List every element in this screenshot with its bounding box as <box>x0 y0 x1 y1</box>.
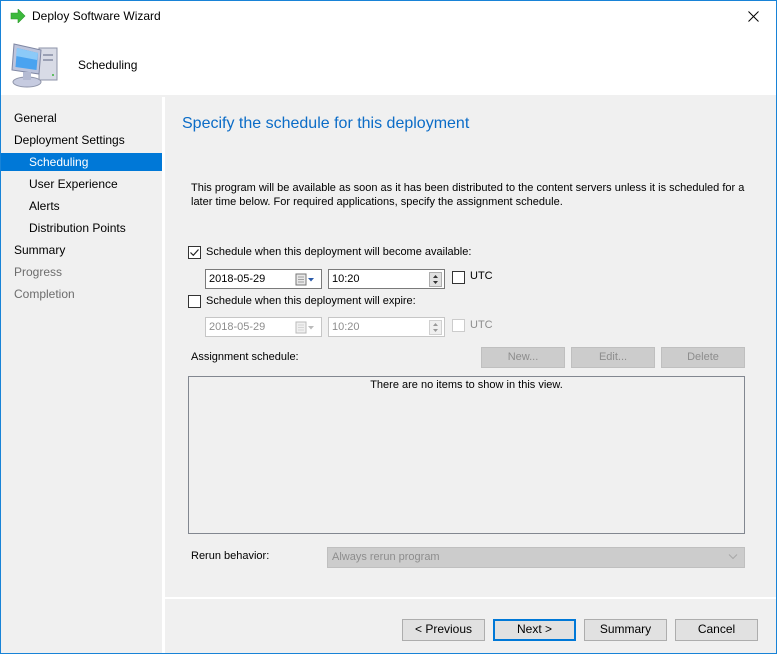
available-date-value: 2018-05-29 <box>209 273 266 285</box>
expire-checkbox-label: Schedule when this deployment will expir… <box>206 295 416 307</box>
time-spinner[interactable] <box>429 272 442 287</box>
empty-list-message: There are no items to show in this view. <box>370 379 563 391</box>
expire-utc-checkbox <box>452 319 465 332</box>
deploy-software-wizard-window: Deploy Software Wizard Scheduling Genera… <box>0 0 777 654</box>
checkmark-icon <box>190 249 199 257</box>
calendar-dropdown-icon <box>295 321 314 334</box>
close-button[interactable] <box>730 1 776 31</box>
nav-item-completion: Completion <box>14 287 75 301</box>
nav-item-general[interactable]: General <box>1 109 162 127</box>
content-panel: Specify the schedule for this deployment… <box>165 97 776 653</box>
available-utc-checkbox[interactable] <box>452 271 465 284</box>
nav-item-summary[interactable]: Summary <box>1 241 162 259</box>
nav-item-progress: Progress <box>14 265 63 279</box>
expire-date-picker: 2018-05-29 <box>205 317 322 337</box>
chevron-down-icon <box>728 554 738 560</box>
next-button[interactable]: Next > <box>493 619 576 641</box>
calendar-dropdown-icon[interactable] <box>295 273 317 286</box>
available-date-picker[interactable]: 2018-05-29 <box>205 269 322 289</box>
nav-item-distribution-points[interactable]: Distribution Points <box>1 219 162 237</box>
title-bar: Deploy Software Wizard <box>1 1 776 32</box>
header-title: Scheduling <box>78 58 138 72</box>
available-checkbox[interactable] <box>188 246 201 259</box>
green-arrow-icon <box>10 9 26 23</box>
rerun-behavior-select: Always rerun program <box>327 547 745 568</box>
close-icon <box>747 10 759 22</box>
spinner-arrows-icon <box>433 275 438 284</box>
nav-item-user-experience[interactable]: User Experience <box>1 175 162 193</box>
window-title: Deploy Software Wizard <box>32 9 161 23</box>
rerun-behavior-value: Always rerun program <box>332 551 440 563</box>
edit-schedule-button: Edit... <box>571 347 655 368</box>
nav-item-alerts[interactable]: Alerts <box>1 197 162 215</box>
new-schedule-button: New... <box>481 347 565 368</box>
expire-checkbox[interactable] <box>188 295 201 308</box>
wizard-header: Scheduling <box>1 32 776 95</box>
assignment-schedule-label: Assignment schedule: <box>191 351 299 363</box>
footer-divider <box>165 597 776 599</box>
available-utc-label: UTC <box>470 270 493 282</box>
description-text: This program will be available as soon a… <box>191 182 745 208</box>
expire-time-input: 10:20 <box>328 317 445 337</box>
expire-time-value: 10:20 <box>332 321 360 333</box>
available-checkbox-label: Schedule when this deployment will becom… <box>206 246 472 258</box>
available-time-input[interactable]: 10:20 <box>328 269 445 289</box>
rerun-behavior-label: Rerun behavior: <box>191 550 270 562</box>
delete-schedule-button: Delete <box>661 347 745 368</box>
previous-button[interactable]: < Previous <box>402 619 485 641</box>
assignment-schedule-list[interactable]: There are no items to show in this view. <box>188 376 745 534</box>
cancel-button[interactable]: Cancel <box>675 619 758 641</box>
nav-item-scheduling[interactable]: Scheduling <box>1 153 162 171</box>
wizard-nav: General Deployment Settings Scheduling U… <box>1 97 162 653</box>
computer-icon <box>11 43 58 88</box>
expire-utc-label: UTC <box>470 319 493 331</box>
time-spinner <box>429 320 442 335</box>
spinner-arrows-icon <box>433 323 438 332</box>
page-heading: Specify the schedule for this deployment <box>182 115 470 132</box>
summary-button[interactable]: Summary <box>584 619 667 641</box>
expire-date-value: 2018-05-29 <box>209 321 266 333</box>
nav-item-deployment-settings[interactable]: Deployment Settings <box>1 131 162 149</box>
available-time-value: 10:20 <box>332 273 360 285</box>
